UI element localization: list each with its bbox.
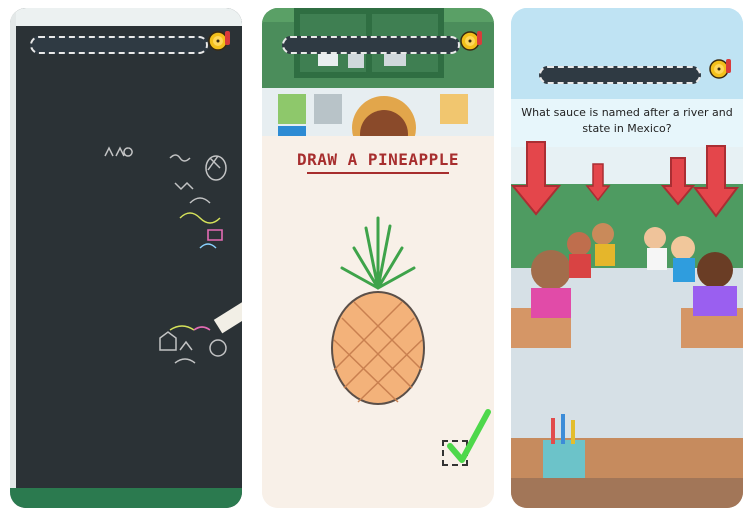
down-arrow-icon bbox=[693, 145, 739, 218]
screen-draw-prompt: DRAW A PINEAPPLE bbox=[262, 8, 494, 508]
timer-bar bbox=[539, 66, 701, 84]
drawing-prompt: DRAW A PINEAPPLE bbox=[296, 150, 460, 169]
chalk-tray bbox=[10, 488, 242, 508]
checkmark-icon bbox=[447, 409, 491, 463]
down-arrow-icon bbox=[585, 163, 611, 202]
prompt-underline bbox=[307, 172, 449, 174]
screen-chalkboard bbox=[10, 8, 242, 508]
alarm-bell-icon bbox=[458, 28, 484, 54]
chalk-doodles bbox=[104, 146, 242, 364]
screen-classroom-quiz: What sauce is named after a river and st… bbox=[511, 8, 743, 508]
down-arrow-icon bbox=[511, 141, 561, 216]
alarm-bell-icon bbox=[707, 56, 733, 82]
down-arrow-icon bbox=[661, 157, 695, 206]
timer-bar bbox=[282, 36, 460, 54]
